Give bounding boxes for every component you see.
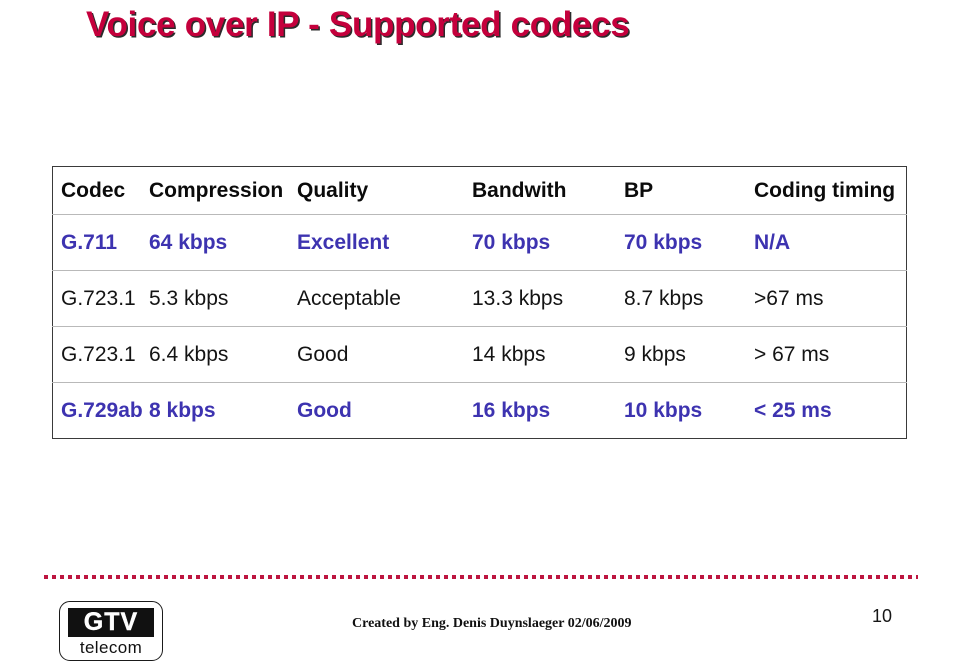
cell-bp: 10 kbps [624, 398, 703, 422]
page-title: Voice over IP - Supported codecs [86, 5, 630, 44]
column-header-quality: Quality [297, 166, 472, 215]
cell-coding-timing: N/A [754, 214, 907, 271]
cell-coding-timing: >67 ms [754, 270, 907, 327]
logo-word-text: telecom [79, 638, 143, 657]
column-header-bandwith: Bandwith [472, 166, 624, 215]
table-row: G.723.1 5.3 kbps Acceptable 13.3 kbps 8.… [52, 270, 907, 327]
cell-quality: Excellent [297, 214, 472, 271]
column-header-codec: Codec [52, 166, 149, 215]
cell-bandwith: 16 kbps [472, 398, 551, 422]
cell-bp: 9 kbps [624, 326, 754, 383]
cell-bandwith: 13.3 kbps [472, 270, 624, 327]
column-header-coding-timing: Coding timing [754, 166, 907, 215]
cell-quality: Acceptable [297, 270, 472, 327]
cell-compression: 6.4 kbps [149, 326, 297, 383]
page-number: 10 [872, 606, 893, 626]
table-row: G.729ab 8 kbps Good 16 kbps 10 kbps < 25… [53, 383, 907, 439]
cell-codec: G.723.1 [52, 270, 149, 327]
cell-codec: G.711 [52, 214, 149, 271]
cell-codec: G.729ab [61, 398, 143, 422]
cell-bandwith: 70 kbps [472, 214, 624, 271]
gtv-telecom-logo: GTV telecom [59, 601, 163, 661]
column-header-bp: BP [624, 166, 754, 215]
cell-coding-timing: > 67 ms [754, 326, 907, 383]
cell-bp: 8.7 kbps [624, 270, 754, 327]
table-row: G.723.1 6.4 kbps Good 14 kbps 9 kbps > 6… [52, 326, 907, 383]
cell-compression: 5.3 kbps [149, 270, 297, 327]
table-row: G.711 64 kbps Excellent 70 kbps 70 kbps … [52, 214, 907, 271]
cell-quality: Good [297, 326, 472, 383]
cell-coding-timing: < 25 ms [754, 398, 832, 422]
cell-compression: 64 kbps [149, 214, 297, 271]
cell-codec: G.723.1 [52, 326, 149, 383]
cell-bandwith: 14 kbps [472, 326, 624, 383]
footer-credit: Created by Eng. Denis Duynslaeger 02/06/… [352, 616, 632, 631]
codec-comparison-table: Codec Compression Quality Bandwith BP Co… [52, 166, 907, 439]
cell-compression: 8 kbps [149, 398, 216, 422]
cell-bp: 70 kbps [624, 214, 754, 271]
table-header-row: Codec Compression Quality Bandwith BP Co… [52, 166, 907, 215]
cell-quality: Good [297, 398, 352, 422]
column-header-compression: Compression [149, 166, 297, 215]
footer-divider [44, 575, 918, 579]
logo-mark-text: GTV [68, 608, 154, 637]
